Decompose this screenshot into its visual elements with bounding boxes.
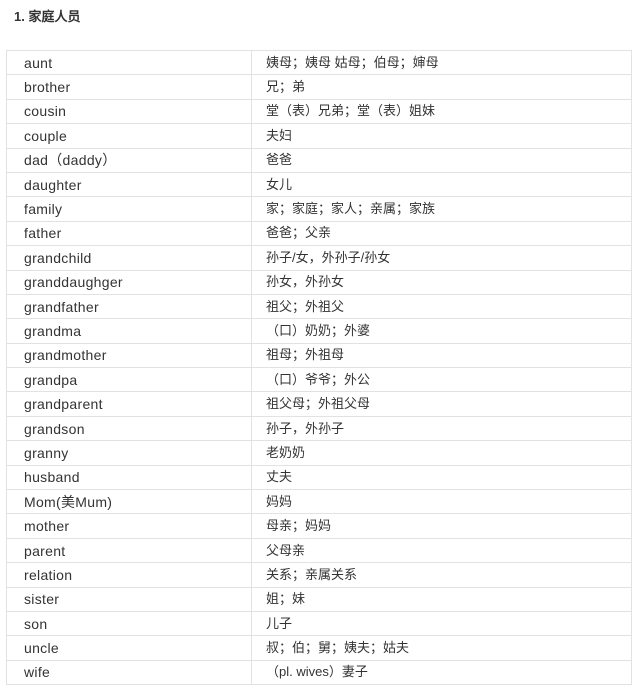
table-row: daughter 女儿 <box>6 171 632 198</box>
table-row: cousin 堂（表）兄弟；堂（表）姐妹 <box>6 98 632 125</box>
english-word-cell: granddaughger <box>6 269 252 295</box>
chinese-meaning-cell: 姨母；姨母 姑母；伯母；婶母 <box>251 49 632 76</box>
english-word-cell: daughter <box>6 171 252 198</box>
english-word-cell: dad（daddy） <box>6 147 252 173</box>
table-row: mother 母亲；妈妈 <box>6 513 632 539</box>
english-word-cell: son <box>6 610 252 637</box>
english-word-cell: brother <box>6 74 252 100</box>
table-row: brother 兄；弟 <box>6 74 632 100</box>
table-row: wife （pl. wives）妻子 <box>6 659 632 686</box>
chinese-meaning-cell: 妈妈 <box>251 489 632 515</box>
english-word-cell: husband <box>6 464 252 491</box>
english-word-cell: couple <box>6 123 252 149</box>
chinese-meaning-cell: 丈夫 <box>251 464 632 491</box>
chinese-meaning-cell: 母亲；妈妈 <box>251 513 632 539</box>
table-row: Mom(美Mum) 妈妈 <box>6 489 632 515</box>
table-row: husband 丈夫 <box>6 464 632 491</box>
english-word-cell: parent <box>6 537 252 564</box>
chinese-meaning-cell: （口）爷爷；外公 <box>251 367 632 393</box>
chinese-meaning-cell: 兄；弟 <box>251 74 632 100</box>
section-title: 1. 家庭人员 <box>14 9 81 24</box>
english-word-cell: relation <box>6 562 252 588</box>
english-word-cell: grandfather <box>6 293 252 320</box>
english-word-cell: cousin <box>6 98 252 125</box>
table-row: sister 姐；妹 <box>6 586 632 612</box>
table-row: parent 父母亲 <box>6 537 632 564</box>
table-row: father 爸爸；父亲 <box>6 220 632 247</box>
chinese-meaning-cell: （口）奶奶；外婆 <box>251 318 632 344</box>
english-word-cell: grandparent <box>6 391 252 417</box>
chinese-meaning-cell: 关系；亲属关系 <box>251 562 632 588</box>
english-word-cell: sister <box>6 586 252 612</box>
table-row: grandfather 祖父；外祖父 <box>6 293 632 320</box>
table-row: grandparent 祖父母；外祖父母 <box>6 391 632 417</box>
chinese-meaning-cell: 孙子/女，外孙子/孙女 <box>251 245 632 271</box>
vocabulary-table: aunt 姨母；姨母 姑母；伯母；婶母 brother 兄；弟 cousin 堂（表）兄弟… <box>6 49 632 686</box>
table-row: grandpa （口）爷爷；外公 <box>6 367 632 393</box>
table-row: couple 夫妇 <box>6 123 632 149</box>
english-word-cell: grandchild <box>6 245 252 271</box>
english-word-cell: granny <box>6 440 252 466</box>
table-row: aunt 姨母；姨母 姑母；伯母；婶母 <box>6 49 632 76</box>
chinese-meaning-cell: 父母亲 <box>251 537 632 564</box>
table-row: relation 关系；亲属关系 <box>6 562 632 588</box>
english-word-cell: uncle <box>6 635 252 661</box>
chinese-meaning-cell: 孙女，外孙女 <box>251 269 632 295</box>
chinese-meaning-cell: 夫妇 <box>251 123 632 149</box>
table-row: family 家；家庭；家人；亲属；家族 <box>6 196 632 222</box>
table-row: dad（daddy） 爸爸 <box>6 147 632 173</box>
english-word-cell: mother <box>6 513 252 539</box>
chinese-meaning-cell: 堂（表）兄弟；堂（表）姐妹 <box>251 98 632 125</box>
table-row: grandson 孙子，外孙子 <box>6 415 632 442</box>
vocabulary-table-body: aunt 姨母；姨母 姑母；伯母；婶母 brother 兄；弟 cousin 堂（表）兄弟… <box>6 49 632 686</box>
chinese-meaning-cell: 姐；妹 <box>251 586 632 612</box>
chinese-meaning-cell: 爸爸 <box>251 147 632 173</box>
english-word-cell: family <box>6 196 252 222</box>
chinese-meaning-cell: 祖父；外祖父 <box>251 293 632 320</box>
chinese-meaning-cell: 儿子 <box>251 610 632 637</box>
chinese-meaning-cell: 家；家庭；家人；亲属；家族 <box>251 196 632 222</box>
table-row: granddaughger 孙女，外孙女 <box>6 269 632 295</box>
chinese-meaning-cell: 叔；伯；舅；姨夫；姑夫 <box>251 635 632 661</box>
english-word-cell: grandma <box>6 318 252 344</box>
english-word-cell: wife <box>6 659 252 686</box>
table-row: uncle 叔；伯；舅；姨夫；姑夫 <box>6 635 632 661</box>
chinese-meaning-cell: （pl. wives）妻子 <box>251 659 632 686</box>
english-word-cell: father <box>6 220 252 247</box>
table-row: grandchild 孙子/女，外孙子/孙女 <box>6 245 632 271</box>
english-word-cell: Mom(美Mum) <box>6 489 252 515</box>
english-word-cell: aunt <box>6 49 252 76</box>
chinese-meaning-cell: 祖母；外祖母 <box>251 342 632 369</box>
chinese-meaning-cell: 孙子，外孙子 <box>251 415 632 442</box>
chinese-meaning-cell: 祖父母；外祖父母 <box>251 391 632 417</box>
table-row: son 儿子 <box>6 610 632 637</box>
english-word-cell: grandson <box>6 415 252 442</box>
table-row: granny 老奶奶 <box>6 440 632 466</box>
english-word-cell: grandmother <box>6 342 252 369</box>
english-word-cell: grandpa <box>6 367 252 393</box>
table-row: grandma （口）奶奶；外婆 <box>6 318 632 344</box>
chinese-meaning-cell: 女儿 <box>251 171 632 198</box>
table-row: grandmother 祖母；外祖母 <box>6 342 632 369</box>
chinese-meaning-cell: 老奶奶 <box>251 440 632 466</box>
chinese-meaning-cell: 爸爸；父亲 <box>251 220 632 247</box>
